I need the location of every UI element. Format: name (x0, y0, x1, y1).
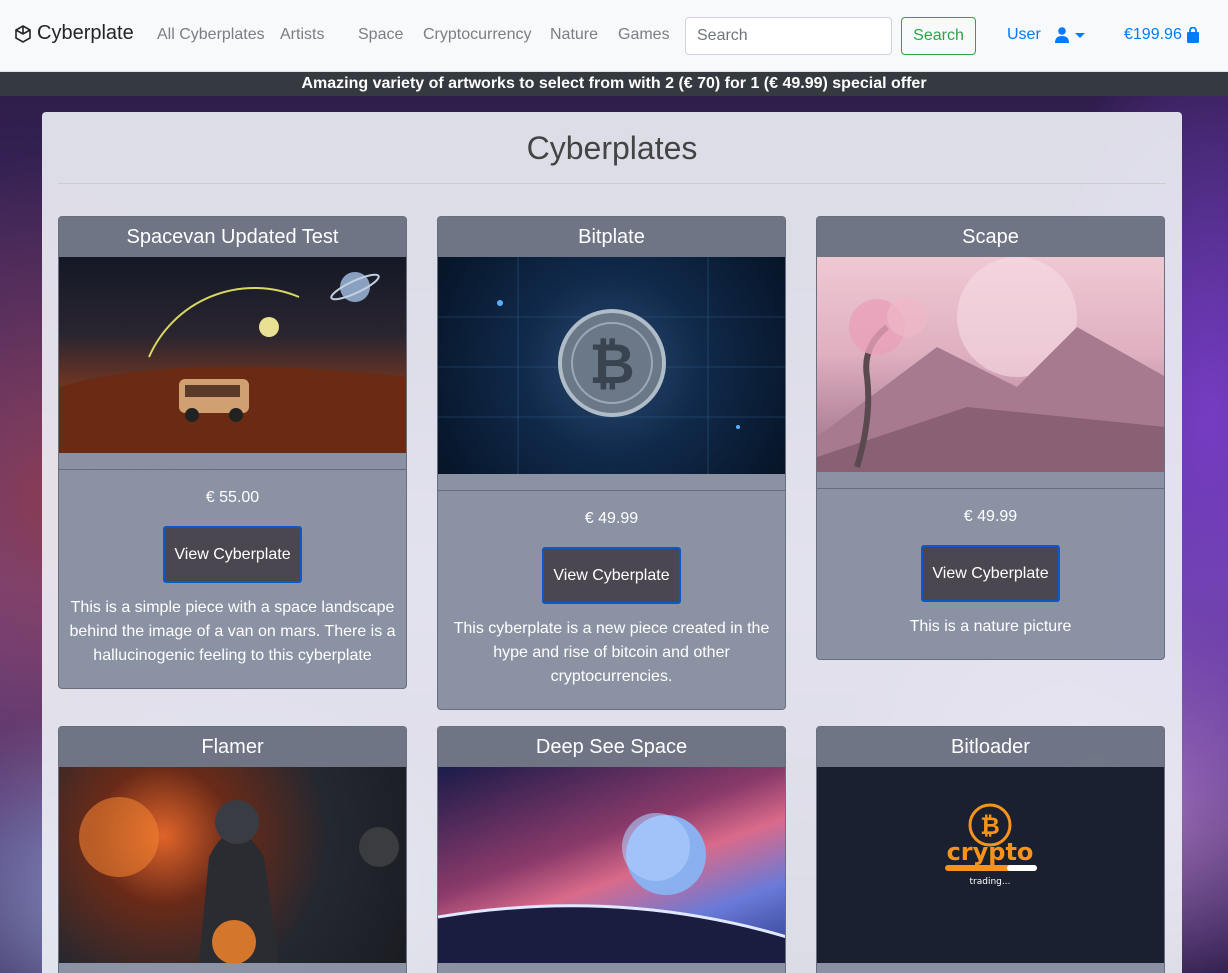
card-title: Bitplate (438, 217, 785, 257)
artwork-scape (817, 257, 1164, 472)
chevron-down-icon (1074, 32, 1085, 38)
cart-link[interactable]: €199.96 (1124, 26, 1200, 44)
view-cyberplate-button[interactable]: View Cyberplate (542, 547, 681, 604)
product-card: Scape € 49.99 View Cyberplate This is a … (816, 216, 1165, 660)
card-description: This is a nature picture (909, 618, 1072, 635)
user-label: User (1007, 26, 1041, 43)
shopping-bag-icon (1186, 27, 1199, 43)
nav-link-nature[interactable]: Nature (550, 26, 598, 44)
svg-text:₿: ₿ (589, 332, 635, 397)
card-image[interactable] (59, 767, 406, 963)
card-image[interactable]: ₿ (438, 257, 785, 474)
card-title: Spacevan Updated Test (59, 217, 406, 257)
bitloader-logo-subtext: trading... (970, 877, 1011, 887)
card-price: € 49.99 (963, 508, 1018, 525)
nav-link-games[interactable]: Games (618, 26, 670, 44)
card-title: Bitloader (817, 727, 1164, 767)
card-title: Scape (817, 217, 1164, 257)
user-dropdown[interactable]: User (1007, 26, 1085, 44)
card-title: Deep See Space (438, 727, 785, 767)
artwork-flamer (79, 797, 399, 963)
artwork-bitloader: ₿ crypto trading... (945, 803, 1037, 887)
card-image[interactable] (438, 767, 785, 963)
nav-link-artists[interactable]: Artists (280, 26, 324, 44)
nav-link-cryptocurrency[interactable]: Cryptocurrency (423, 26, 531, 44)
brand-link[interactable]: Cyberplate (14, 22, 134, 45)
nav-link-all-cyberplates[interactable]: All Cyberplates (157, 26, 265, 44)
user-icon (1054, 27, 1069, 43)
product-card: Spacevan Updated Test € 55.00 View Cyber… (58, 216, 407, 689)
cube-logo-icon (15, 24, 31, 43)
product-card: Flamer (58, 726, 407, 973)
brand-name: Cyberplate (37, 22, 134, 44)
card-image[interactable] (817, 257, 1164, 472)
search-button[interactable]: Search (901, 17, 976, 55)
product-card: Bitplate ₿ € 49.99 View Cyberplate This … (437, 216, 786, 710)
cart-total: €199.96 (1124, 26, 1182, 43)
card-price: € 55.00 (205, 489, 260, 506)
artwork-deep-see-space (438, 813, 785, 963)
artwork-spacevan (59, 272, 406, 453)
product-card: Deep See Space (437, 726, 786, 973)
main-panel: Cyberplates Spacevan Updated Test € 55.0… (42, 112, 1182, 973)
page-title: Cyberplates (526, 130, 698, 166)
title-divider (58, 183, 1166, 184)
view-cyberplate-button[interactable]: View Cyberplate (163, 526, 302, 583)
product-card: Bitloader ₿ crypto trading... (816, 726, 1165, 973)
card-image[interactable]: ₿ crypto trading... (817, 767, 1164, 963)
card-image[interactable] (59, 257, 406, 453)
card-price: € 49.99 (584, 510, 639, 527)
search-input[interactable] (685, 17, 892, 55)
bitloader-logo-text: crypto (947, 838, 1034, 866)
card-title: Flamer (59, 727, 406, 767)
promo-banner: Amazing variety of artworks to select fr… (0, 72, 1228, 96)
view-cyberplate-button[interactable]: View Cyberplate (921, 545, 1060, 602)
nav-link-space[interactable]: Space (358, 26, 403, 44)
card-description: This is a simple piece with a space land… (69, 599, 396, 664)
card-description: This cyberplate is a new piece created i… (453, 620, 770, 685)
svg-text:₿: ₿ (980, 812, 1000, 840)
artwork-bitplate: ₿ (438, 257, 785, 474)
navbar: Cyberplate All Cyberplates Artists Space… (0, 0, 1228, 72)
